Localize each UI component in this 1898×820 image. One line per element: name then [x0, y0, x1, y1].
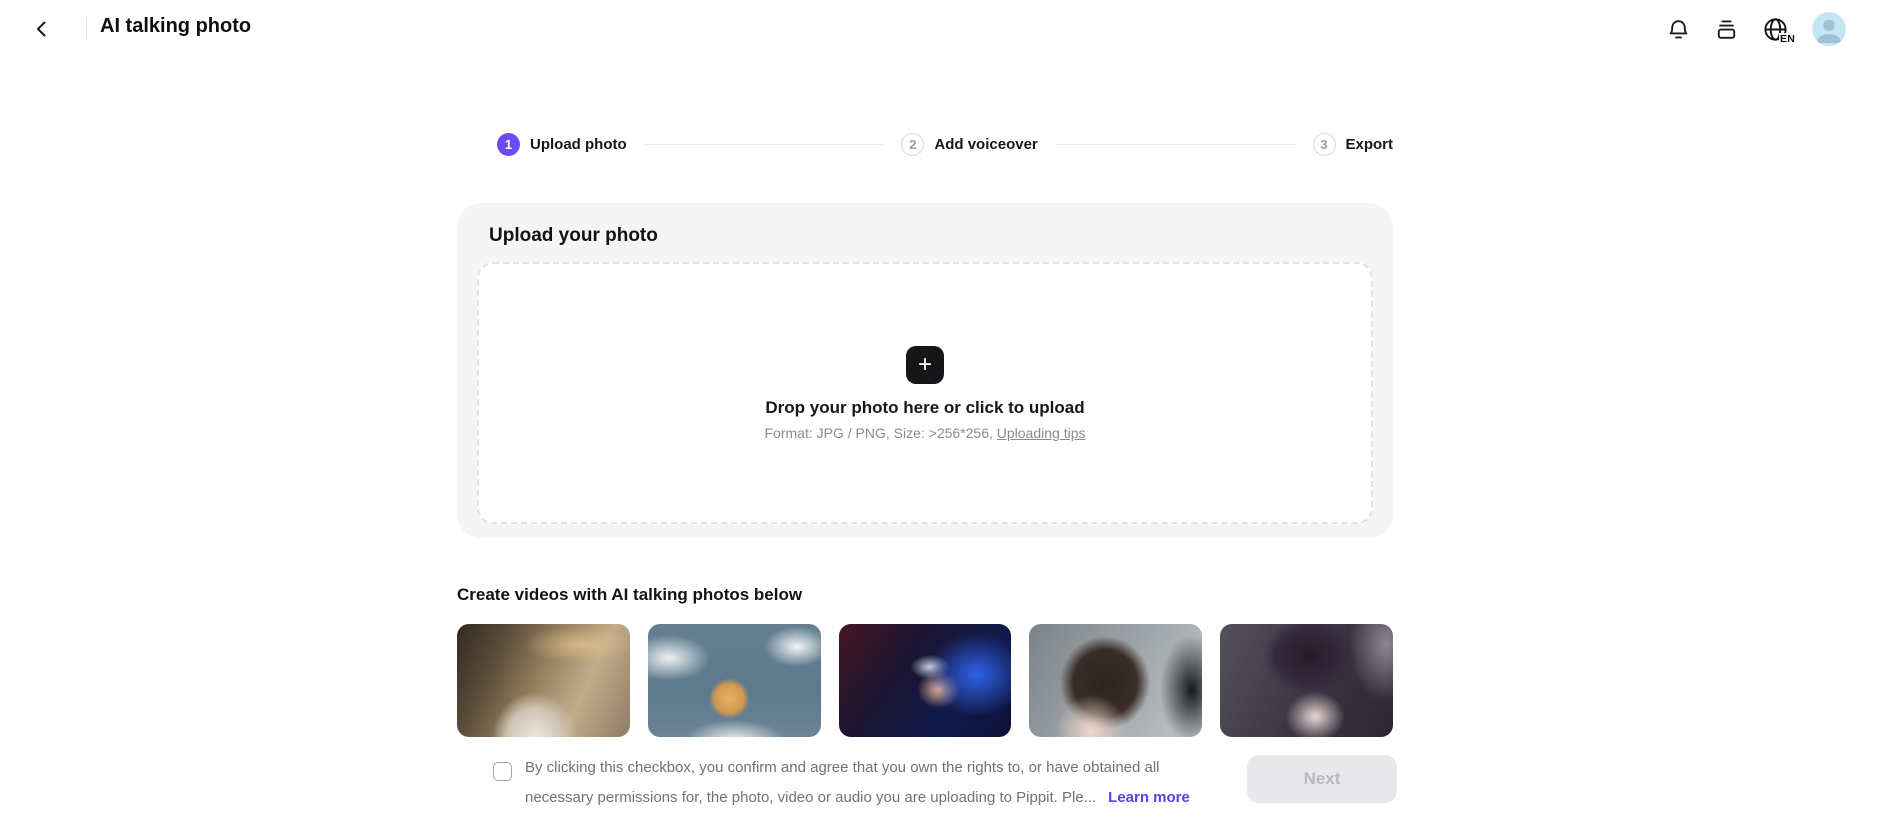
- language-button[interactable]: EN: [1762, 16, 1789, 43]
- step-add-voiceover: 2 Add voiceover: [901, 133, 1037, 156]
- photo-dropzone[interactable]: + Drop your photo here or click to uploa…: [477, 262, 1373, 524]
- step-upload-photo: 1 Upload photo: [497, 133, 627, 156]
- page-title: AI talking photo: [100, 15, 251, 38]
- sample-photo-anime-character[interactable]: [1220, 624, 1393, 737]
- sample-photo-angel-baby[interactable]: [648, 624, 821, 737]
- workspace-button[interactable]: [1714, 17, 1739, 42]
- sample-photos-row: [457, 624, 1393, 737]
- chevron-left-icon: [32, 19, 52, 39]
- step-1-label: Upload photo: [530, 136, 627, 153]
- sample-photo-child-headphones[interactable]: [1029, 624, 1202, 737]
- back-button[interactable]: [28, 15, 56, 43]
- stepper: 1 Upload photo 2 Add voiceover 3 Export: [457, 133, 1393, 156]
- step-3-label: Export: [1346, 136, 1394, 153]
- sample-photo-singer[interactable]: [839, 624, 1012, 737]
- step-2-label: Add voiceover: [934, 136, 1037, 153]
- samples-heading: Create videos with AI talking photos bel…: [457, 585, 802, 605]
- notifications-button[interactable]: [1666, 17, 1691, 42]
- plus-icon: +: [918, 353, 932, 377]
- avatar[interactable]: [1812, 12, 1846, 46]
- learn-more-link[interactable]: Learn more: [1108, 789, 1190, 806]
- avatar-silhouette-icon: [1812, 12, 1846, 46]
- format-hint-text: Format: JPG / PNG, Size: >256*256,: [765, 425, 993, 441]
- step-3-number: 3: [1313, 133, 1336, 156]
- language-label: EN: [1779, 33, 1795, 45]
- sample-photo-woman-on-airplane[interactable]: [457, 624, 630, 737]
- stepper-connector: [1056, 144, 1295, 145]
- bell-icon: [1666, 17, 1691, 42]
- add-photo-button[interactable]: +: [906, 346, 944, 384]
- consent-checkbox[interactable]: [493, 762, 512, 781]
- step-2-number: 2: [901, 133, 924, 156]
- upload-section-title: Upload your photo: [489, 225, 658, 247]
- next-button[interactable]: Next: [1247, 755, 1397, 803]
- upload-card: Upload your photo + Drop your photo here…: [457, 203, 1393, 538]
- consent-text: By clicking this checkbox, you confirm a…: [525, 753, 1190, 813]
- header-actions: EN: [1666, 12, 1846, 46]
- consent-row: By clicking this checkbox, you confirm a…: [493, 753, 1190, 813]
- step-export: 3 Export: [1313, 133, 1394, 156]
- drawer-stack-icon: [1714, 17, 1739, 42]
- stepper-connector: [645, 144, 884, 145]
- uploading-tips-link[interactable]: Uploading tips: [997, 425, 1086, 441]
- header: AI talking photo: [0, 0, 1898, 56]
- step-1-number: 1: [497, 133, 520, 156]
- dropzone-hint: Format: JPG / PNG, Size: >256*256, Uploa…: [765, 425, 1086, 441]
- consent-text-line1: By clicking this checkbox, you confirm a…: [525, 753, 1190, 783]
- header-divider: [86, 17, 87, 40]
- consent-text-line2: necessary permissions for, the photo, vi…: [525, 783, 1190, 813]
- ai-talking-photo-page: AI talking photo: [0, 0, 1898, 820]
- dropzone-title: Drop your photo here or click to upload: [765, 398, 1084, 418]
